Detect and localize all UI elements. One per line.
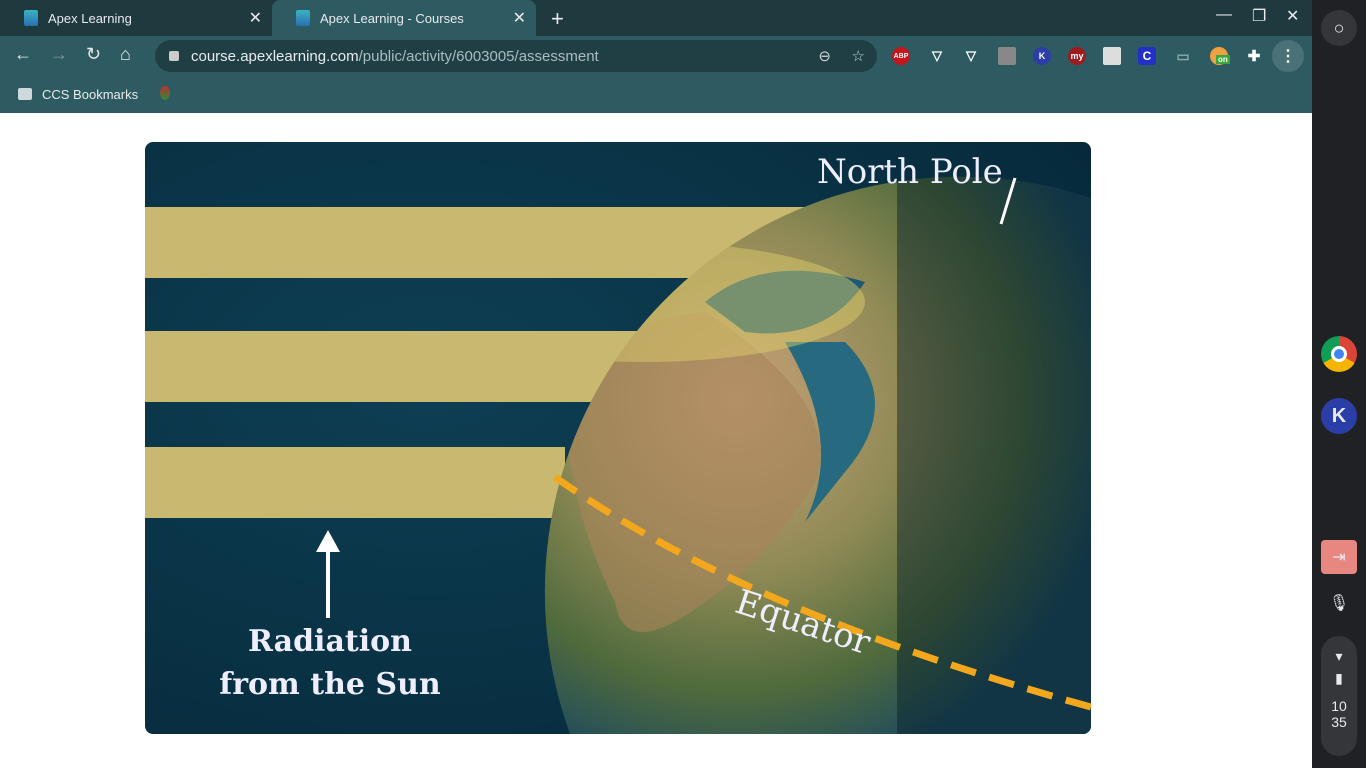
folder-icon [18,88,32,100]
address-bar[interactable]: course.apexlearning.com/public/activity/… [155,40,877,72]
reload-button[interactable]: ↻ [86,44,101,65]
radiation-label: Radiation from the Sun [205,620,455,706]
wifi-icon: ▾ [1335,648,1343,664]
back-button[interactable]: ← [14,44,32,65]
close-tab-icon[interactable]: ✕ [513,8,526,28]
home-button[interactable]: ⌂ [120,44,131,65]
zoom-icon[interactable]: ⊖ [818,47,831,65]
chromeos-shelf: ○ K ⇥ 🎙 ▾ ▮ 10 35 [1312,0,1366,768]
url-path: /public/activity/6003005/assessment [358,47,599,65]
bookmarks-bar: CCS Bookmarks [0,76,1312,113]
clock-minute: 35 [1331,714,1347,730]
radiation-label-line1: Radiation [248,624,412,659]
extensions-puzzle-icon[interactable]: ✚ [1245,47,1263,65]
apex-favicon-icon [24,10,38,26]
forward-button[interactable]: → [50,44,68,65]
shield-extension-icon-2[interactable]: ▽ [962,47,980,65]
kami-extension-icon[interactable]: K [1033,47,1051,65]
on-badge: on [1216,55,1230,64]
adblock-plus-icon[interactable]: ABP [892,47,910,65]
tab-title: Apex Learning - Courses [320,10,464,26]
browser-window: Apex Learning ✕ Apex Learning - Courses … [0,0,1312,768]
night-side [897,176,1091,734]
chrome-app-icon[interactable] [1321,336,1357,372]
my-extension-icon[interactable]: my [1068,47,1086,65]
bookmark-icon[interactable] [160,86,170,100]
microphone-icon[interactable]: 🎙 [1329,594,1349,614]
shield-extension-icon[interactable]: ▽ [928,47,946,65]
close-window-button[interactable]: ✕ [1286,6,1299,26]
c-extension-icon[interactable]: C [1138,47,1156,65]
tab-strip: Apex Learning ✕ Apex Learning - Courses … [0,0,1312,36]
new-tab-button[interactable]: + [551,6,564,32]
laptop-extension-icon[interactable]: ▭ [1174,47,1192,65]
kami-app-icon[interactable]: K [1321,398,1357,434]
launcher-button[interactable]: ○ [1321,10,1357,46]
earth-radiation-figure: North Pole Equator Radiation from the Su… [145,142,1091,734]
page-content: North Pole Equator Radiation from the Su… [0,113,1312,768]
tab-apex-courses[interactable]: Apex Learning - Courses ✕ [272,0,536,36]
clock-hour: 10 [1331,698,1347,714]
status-area[interactable]: ▾ ▮ 10 35 [1321,636,1357,756]
app-launcher-extension-icon[interactable] [1103,47,1121,65]
close-tab-icon[interactable]: ✕ [249,8,262,28]
battery-icon: ▮ [1335,670,1343,686]
on-extension-icon[interactable]: on [1210,47,1230,65]
tab-apex-learning[interactable]: Apex Learning ✕ [0,0,272,36]
bookmark-ccs[interactable]: CCS Bookmarks [42,87,138,102]
radiation-band [145,331,645,402]
minimize-button[interactable]: — [1216,6,1232,24]
tab-title: Apex Learning [48,10,132,26]
radiation-band [145,447,565,518]
url-domain: course.apexlearning.com [191,47,359,65]
lock-icon [169,51,179,61]
radiation-label-line2: from the Sun [219,667,441,702]
north-pole-label: North Pole [817,152,1003,192]
sign-out-icon[interactable]: ⇥ [1321,540,1357,574]
screencast-extension-icon[interactable] [998,47,1016,65]
restore-button[interactable]: ❐ [1252,6,1266,26]
menu-button[interactable]: ⋮ [1272,40,1304,72]
bookmark-star-icon[interactable]: ☆ [852,47,865,65]
apex-favicon-icon [296,10,310,26]
toolbar: ← → ↻ ⌂ course.apexlearning.com/public/a… [0,36,1312,76]
